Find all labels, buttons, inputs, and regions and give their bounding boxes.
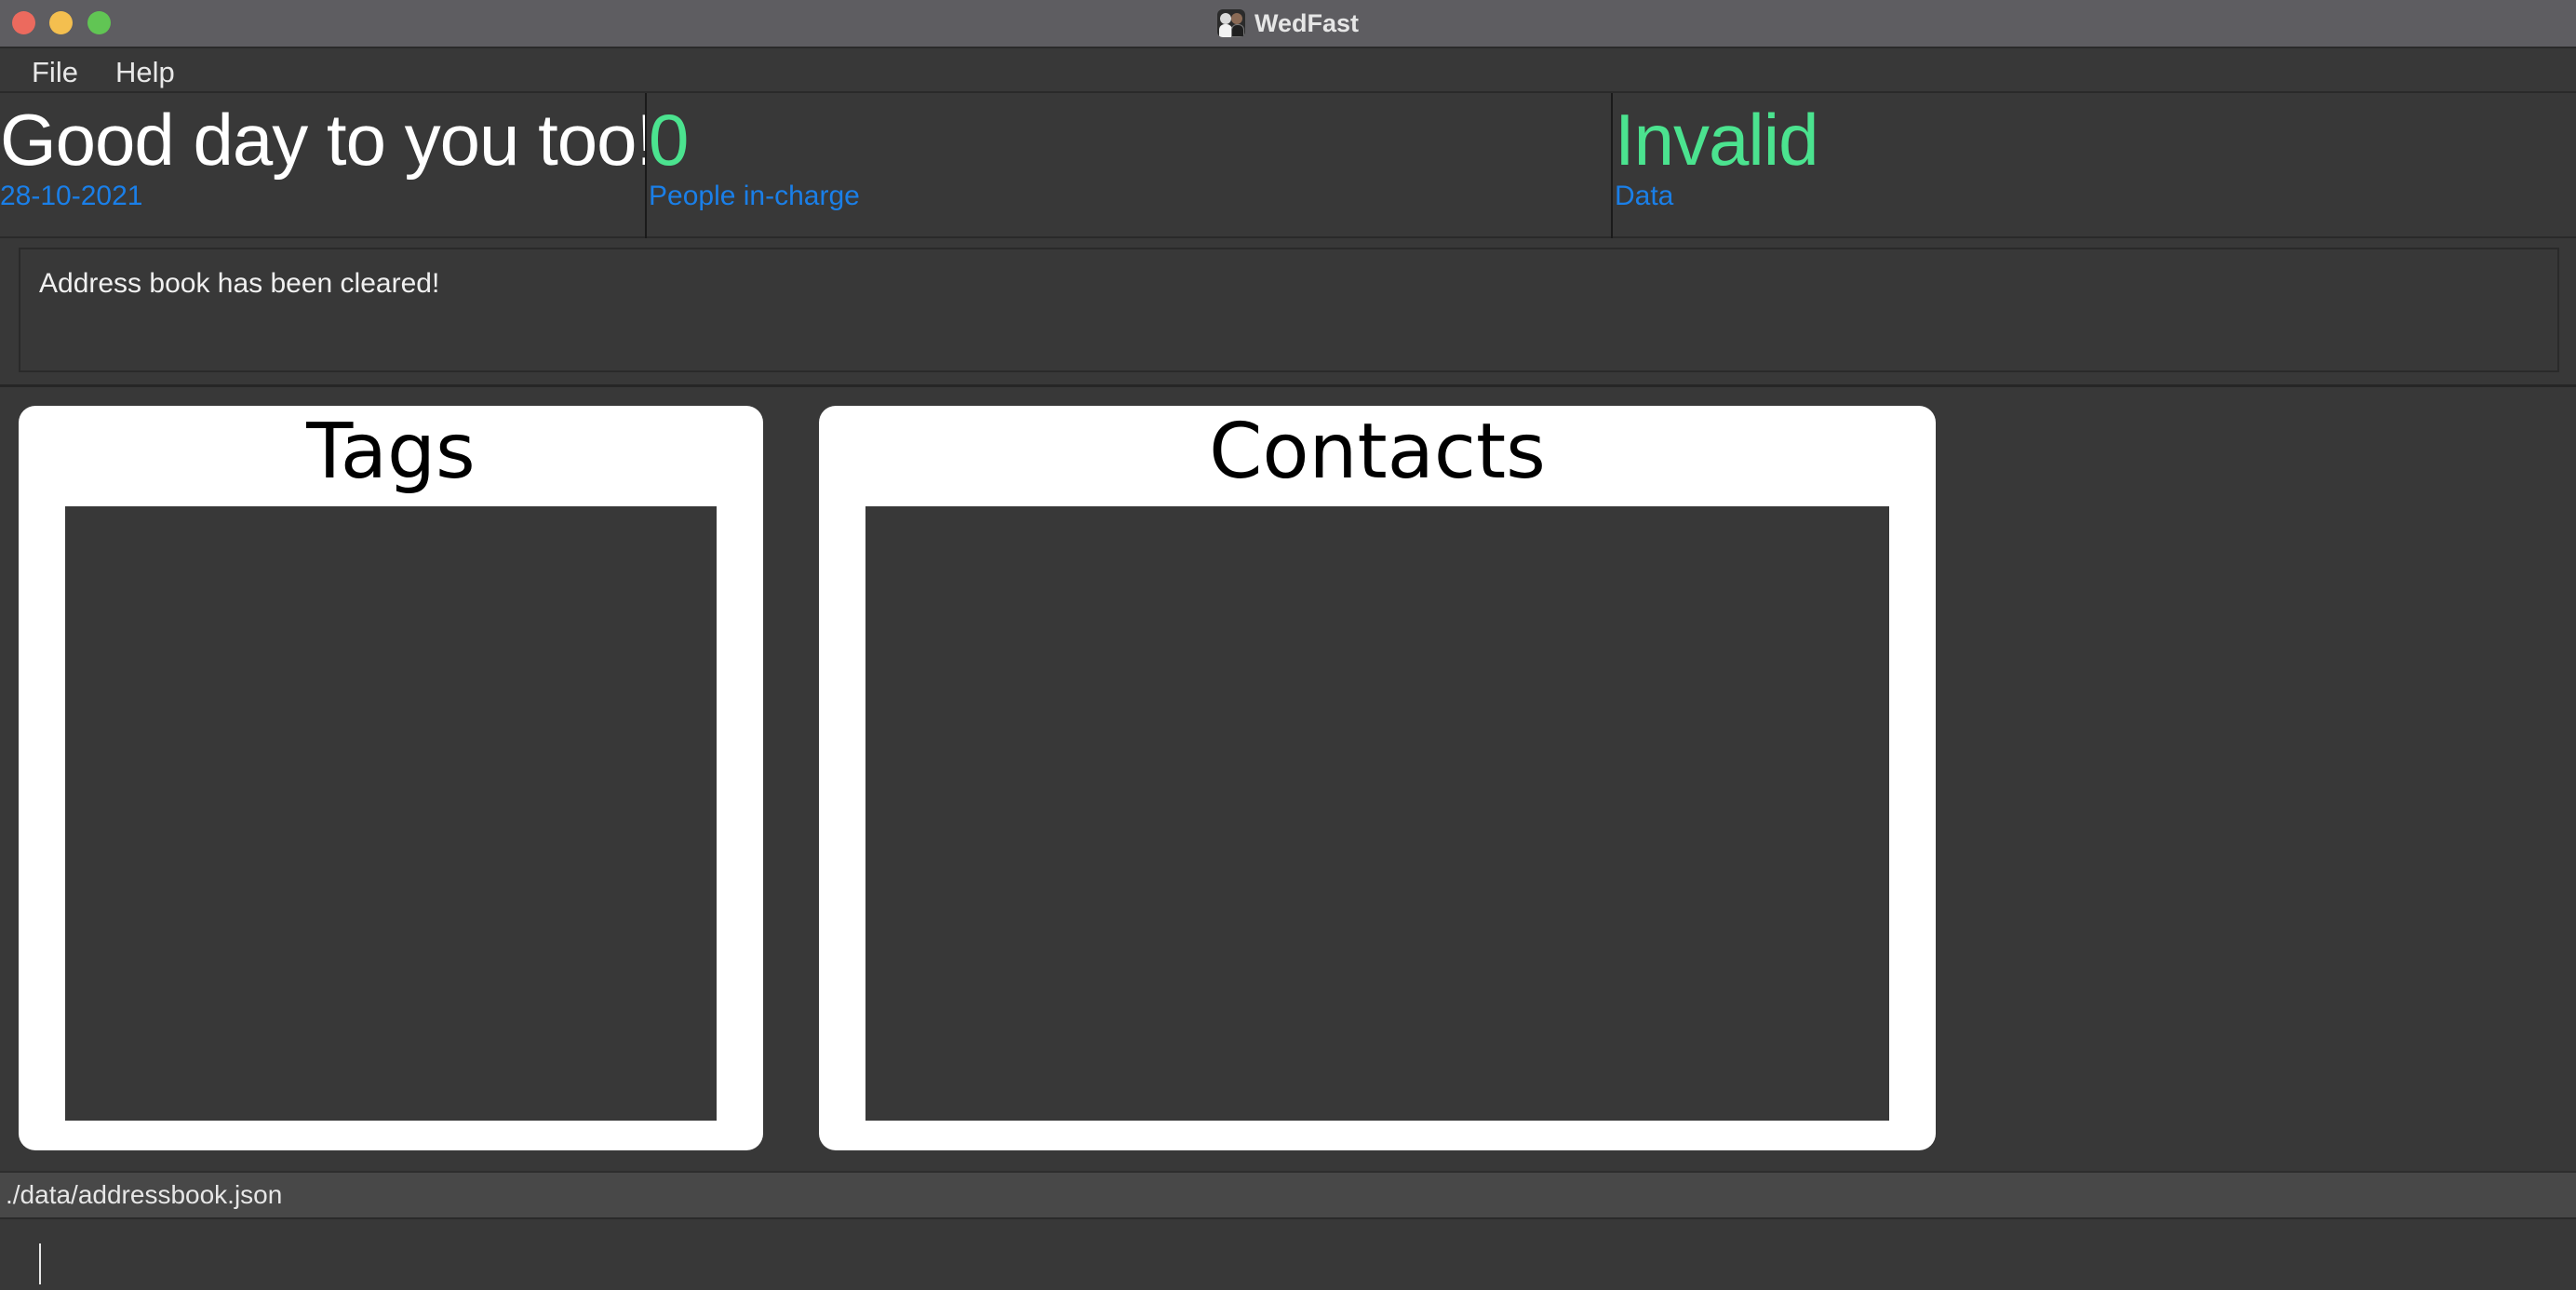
tags-list[interactable] xyxy=(65,506,717,1121)
date-label: 28-10-2021 xyxy=(0,181,143,211)
greeting-stat: Good day to you too! 28-10-2021 xyxy=(0,93,647,238)
title-wrap: WedFast xyxy=(0,0,2576,47)
app-window: WedFast File Help Good day to you too! 2… xyxy=(0,0,2576,1290)
menu-help[interactable]: Help xyxy=(115,56,175,91)
data-file-path: ./data/addressbook.json xyxy=(6,1180,283,1209)
greeting-text: Good day to you too! xyxy=(0,99,647,181)
stats-header: Good day to you too! 28-10-2021 0 People… xyxy=(0,93,2576,238)
people-in-charge-label: People in-charge xyxy=(649,181,860,211)
title-bar: WedFast xyxy=(0,0,2576,48)
menu-bar: File Help xyxy=(0,48,2576,93)
command-box-area xyxy=(0,1219,2576,1290)
contacts-list[interactable] xyxy=(865,506,1889,1121)
window-title: WedFast xyxy=(1254,8,1360,37)
command-input[interactable] xyxy=(32,1234,2544,1279)
contacts-panel: Contacts xyxy=(819,406,1936,1150)
contacts-title: Contacts xyxy=(1209,408,1546,496)
data-status-stat: Invalid Data xyxy=(1615,93,2576,238)
tags-panel: Tags xyxy=(19,406,763,1150)
result-display-area: Address book has been cleared! xyxy=(0,240,2576,387)
people-count: 0 xyxy=(649,99,689,181)
menu-file[interactable]: File xyxy=(32,56,78,91)
data-status-label: Data xyxy=(1615,181,1674,211)
tags-title: Tags xyxy=(306,408,476,496)
result-display: Address book has been cleared! xyxy=(19,248,2559,372)
people-in-charge-stat: 0 People in-charge xyxy=(649,93,1613,238)
wedding-couple-icon xyxy=(1216,9,1245,37)
data-status-value: Invalid xyxy=(1615,99,1818,181)
status-bar: ./data/addressbook.json xyxy=(0,1171,2576,1219)
